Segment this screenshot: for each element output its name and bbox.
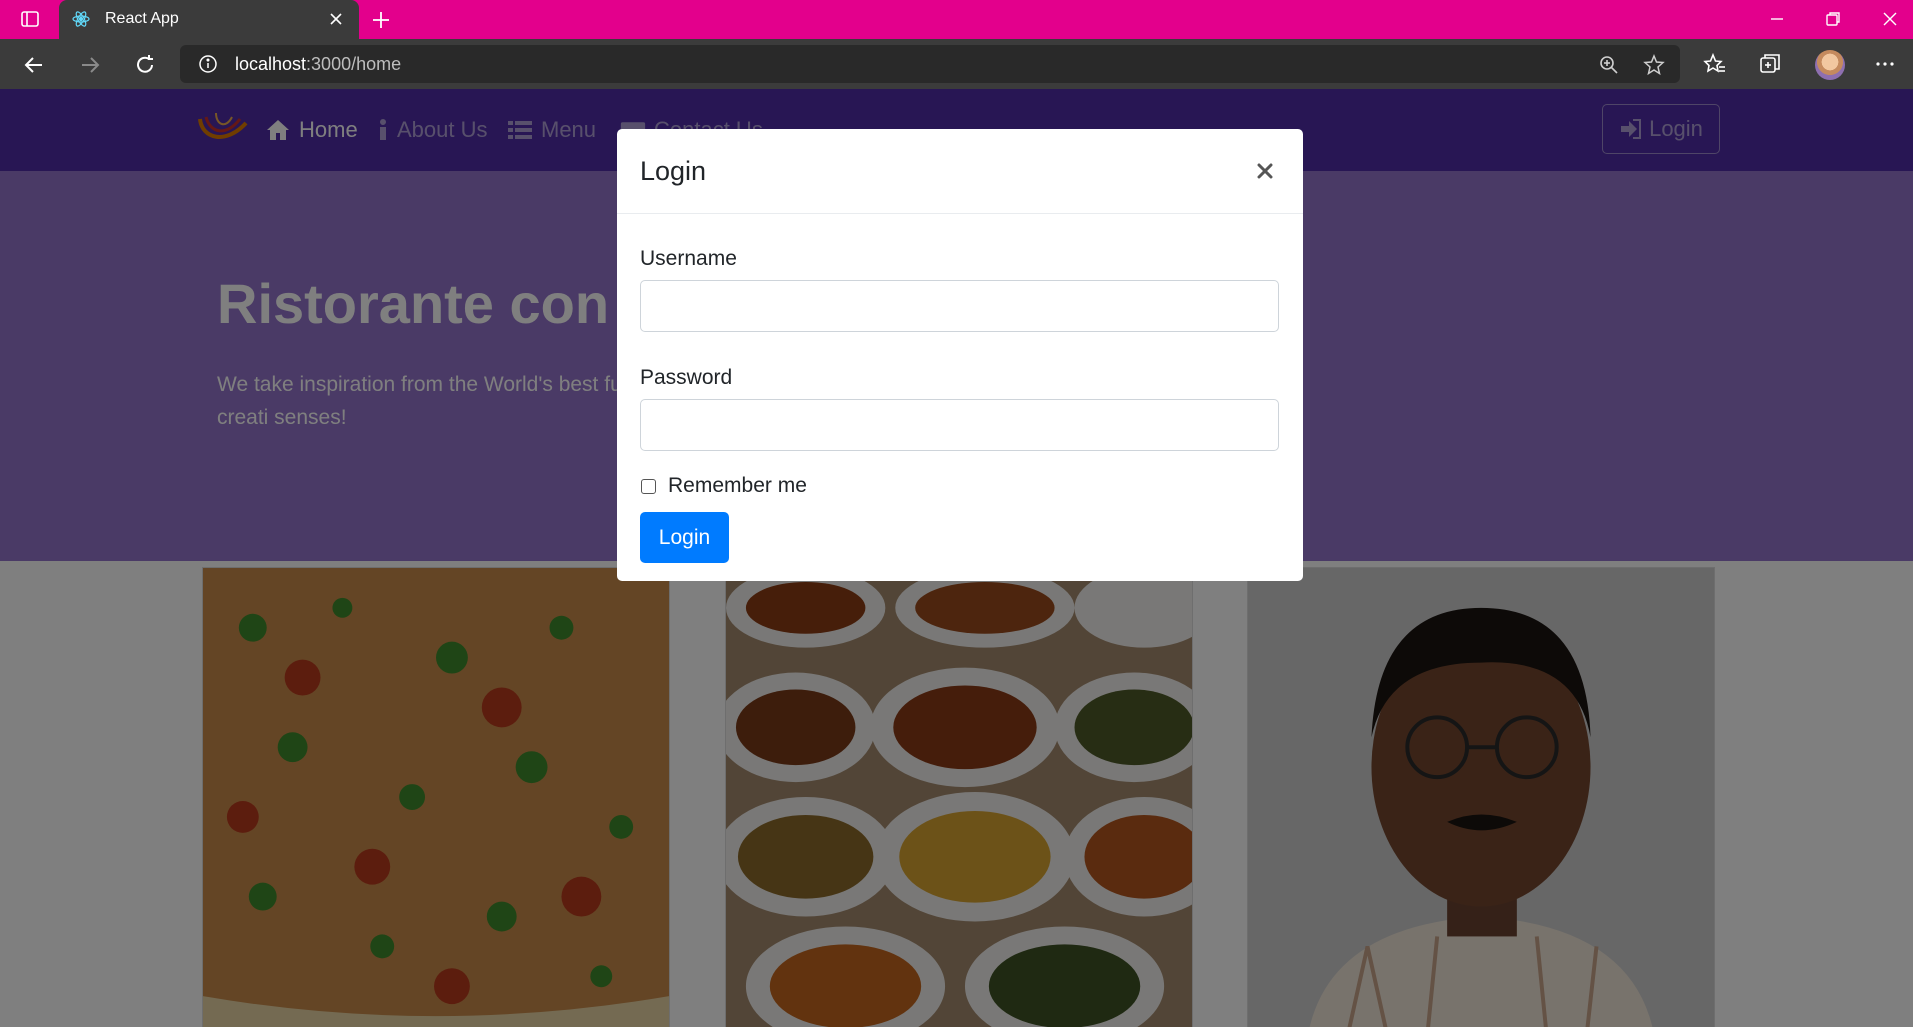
react-favicon-icon xyxy=(72,11,90,27)
refresh-icon[interactable] xyxy=(133,53,157,77)
more-options-icon[interactable] xyxy=(1873,52,1897,76)
login-submit-button[interactable]: Login xyxy=(640,512,729,563)
forward-icon[interactable] xyxy=(78,53,102,77)
password-label: Password xyxy=(640,366,733,389)
page-viewport: Home About Us Menu Contact Us Login Rist… xyxy=(0,89,1913,1027)
url-text: localhost:3000/home xyxy=(235,54,401,75)
close-window-icon[interactable] xyxy=(1880,9,1900,29)
address-field[interactable]: localhost:3000/home xyxy=(180,45,1680,83)
browser-titlebar: React App xyxy=(0,0,1913,39)
remember-label[interactable]: Remember me xyxy=(668,474,807,498)
close-icon[interactable] xyxy=(1251,157,1279,185)
password-input[interactable] xyxy=(640,399,1279,451)
tab-actions-icon[interactable] xyxy=(20,9,40,29)
zoom-icon[interactable] xyxy=(1598,54,1620,76)
login-modal: Login Username Password Remember me Logi… xyxy=(617,129,1303,581)
collections-icon[interactable] xyxy=(1758,52,1782,76)
username-label: Username xyxy=(640,247,737,270)
modal-title: Login xyxy=(640,156,707,186)
modal-header: Login xyxy=(617,129,1303,214)
back-icon[interactable] xyxy=(22,53,46,77)
restore-icon[interactable] xyxy=(1823,9,1843,29)
favorites-icon[interactable] xyxy=(1703,52,1727,76)
url-host: localhost xyxy=(235,54,307,74)
profile-avatar[interactable] xyxy=(1815,50,1845,80)
tab-close-icon[interactable] xyxy=(327,10,345,28)
url-path: :3000/home xyxy=(306,54,402,74)
browser-tab[interactable]: React App xyxy=(59,0,359,39)
username-input[interactable] xyxy=(640,280,1279,332)
tab-title: React App xyxy=(105,10,179,27)
add-favorite-icon[interactable] xyxy=(1643,54,1665,76)
browser-addressbar: localhost:3000/home xyxy=(0,39,1913,89)
site-info-icon[interactable] xyxy=(198,54,218,74)
new-tab-icon[interactable] xyxy=(370,9,392,31)
remember-checkbox[interactable] xyxy=(641,479,656,494)
minimize-icon[interactable] xyxy=(1767,9,1787,29)
